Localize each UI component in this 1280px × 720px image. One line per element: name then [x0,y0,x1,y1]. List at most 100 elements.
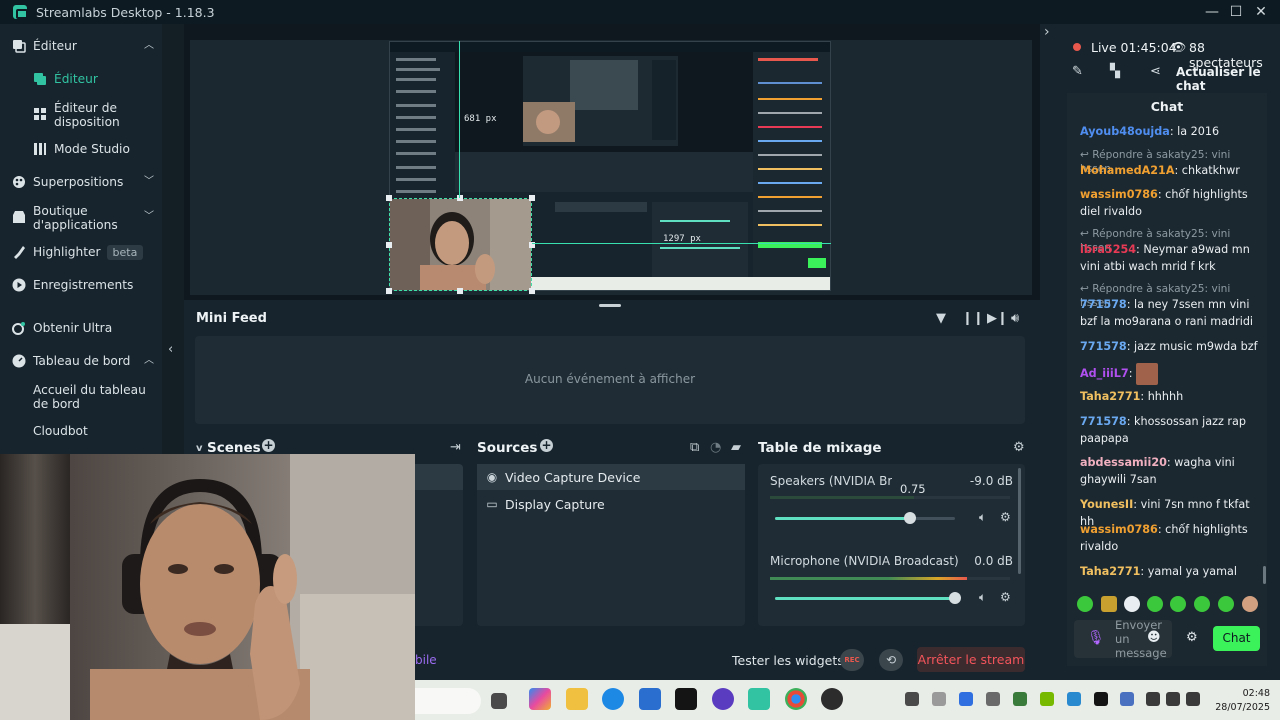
battery-icon[interactable] [1186,692,1200,706]
alignment-guide [459,41,460,198]
mute-speaker-icon[interactable]: 🔈︎ [979,590,986,605]
monitor-icon: ▭ [486,497,498,511]
volume-slider[interactable] [775,512,955,524]
chat-username: 771578 [1080,340,1127,353]
test-widgets-button[interactable]: Tester les widgets [732,653,844,668]
emoji-icon[interactable]: ☻ [1147,630,1161,645]
resize-handle[interactable] [386,195,392,201]
taskbar-search[interactable] [415,688,481,714]
app-icon[interactable] [821,688,843,710]
source-audio-icon[interactable]: ◔ [710,440,721,455]
volume-icon[interactable]: 🔊︎ [1011,311,1019,326]
chat-send-button[interactable]: Chat [1213,626,1260,651]
tray-icon[interactable] [905,692,919,706]
tray-icon[interactable] [932,692,946,706]
clock-time[interactable]: 02:48 [1236,688,1270,699]
webcam-person-image [0,454,415,720]
resize-handle[interactable] [386,288,392,294]
close-button[interactable]: ✕ [1251,2,1271,22]
tray-icon[interactable] [1013,692,1027,706]
volume-tray-icon[interactable] [1166,692,1180,706]
selected-webcam-source[interactable] [389,198,532,291]
emote-icon[interactable] [1194,596,1210,612]
obs-icon[interactable] [712,688,734,710]
source-window-icon[interactable]: ⧉ [690,440,699,455]
filter-icon[interactable]: ▼ [936,311,946,326]
clock-date[interactable]: 28/07/2025 [1210,702,1270,713]
share-icon[interactable]: ⋖ [1150,64,1161,79]
tray-icon[interactable] [1067,692,1081,706]
gear-icon[interactable]: ⚙ [1013,440,1025,455]
tray-icon[interactable] [959,692,973,706]
pencil-icon[interactable]: ✎ [1072,64,1083,79]
chat-username: 771578 [1080,298,1127,311]
edge-icon[interactable] [602,688,624,710]
resize-handle[interactable] [457,288,463,294]
chat-username: Taha2771 [1080,390,1141,403]
source-item[interactable]: ◉ Video Capture Device [477,464,745,490]
audio-meter [770,496,1010,499]
source-item[interactable]: ▭ Display Capture [477,491,745,517]
play-circle-icon [12,278,26,292]
resize-grip[interactable] [599,304,621,307]
emote-icon[interactable] [1124,596,1140,612]
add-folder-icon[interactable]: ▰ [731,440,741,455]
resize-handle[interactable] [529,288,535,294]
refresh-chat-button[interactable]: Actualiser le chat [1176,65,1280,93]
gear-icon[interactable]: ⚙ [1000,510,1011,524]
wifi-icon[interactable] [1146,692,1160,706]
chrome-icon[interactable] [785,688,807,710]
tray-icon[interactable] [986,692,1000,706]
chat-message: Taha2771: hhhhh [1080,390,1184,403]
gear-icon[interactable]: ⚙ [1000,590,1011,604]
volume-slider[interactable] [775,592,961,604]
resize-handle[interactable] [457,195,463,201]
file-explorer-icon[interactable] [566,688,588,710]
scene-transitions-icon[interactable]: ⇥ [450,440,461,455]
emote-icon[interactable] [1170,596,1186,612]
microphone-tray-icon[interactable] [1120,692,1134,706]
chat-collapse-strip[interactable]: › [1040,24,1060,680]
gear-icon[interactable]: ⚙ [1186,630,1198,645]
chevron-down-icon: ﹀ [144,176,154,187]
nvidia-icon[interactable] [1040,692,1054,706]
add-source-icon[interactable]: + [540,439,553,452]
chat-messages: Ayoub48oujda: la 2016 ↩ Répondre à sakat… [1067,121,1267,586]
emote-icon[interactable] [1218,596,1234,612]
store-icon[interactable] [639,688,661,710]
emote-icon[interactable] [1101,596,1117,612]
resize-handle[interactable] [529,195,535,201]
chat-username: YounesII [1080,498,1134,511]
pause-icon[interactable]: ❙❙ [962,311,984,326]
nav-item-label: Cloudbot [33,424,88,438]
microphone-icon[interactable]: 🎙︎ [1087,630,1105,646]
chevron-down-icon[interactable]: v [196,443,203,454]
tray-icon[interactable] [1094,692,1108,706]
mobile-button-label[interactable]: bile [415,653,437,667]
emote-icon[interactable] [1147,596,1163,612]
sources-title: Sources [477,440,538,456]
emote-icon[interactable] [1242,596,1258,612]
resize-handle[interactable] [386,242,392,248]
overlay-icon[interactable]: ▚ [1110,64,1120,79]
streamlabs-icon[interactable] [748,688,770,710]
chat-scrollbar[interactable] [1263,566,1266,584]
maximize-button[interactable]: ☐ [1226,2,1246,22]
chat-message: 771578: la ney 7ssen mn vini bzf la mo9a… [1080,298,1254,328]
chat-username: wassim0786 [1080,188,1158,201]
capcut-icon[interactable] [675,688,697,710]
replay-buffer-icon[interactable]: ⟲ [879,649,903,671]
mixer-scrollbar[interactable] [1018,468,1021,574]
add-scene-icon[interactable]: + [262,439,275,452]
nav-section-label: Éditeur [33,39,77,53]
emote-icon[interactable] [1077,596,1093,612]
nav-collapse-strip[interactable]: ‹ [162,24,184,454]
stop-stream-button[interactable]: Arrêter le stream [917,647,1025,672]
mute-speaker-icon[interactable]: 🔈︎ [979,510,986,525]
minimize-button[interactable]: — [1202,2,1222,22]
copilot-icon[interactable] [529,688,551,710]
skip-icon[interactable]: ▶❙ [987,311,1008,326]
task-view-icon[interactable] [491,693,507,709]
source-label: Display Capture [505,496,605,512]
record-button[interactable]: REC [840,649,864,671]
